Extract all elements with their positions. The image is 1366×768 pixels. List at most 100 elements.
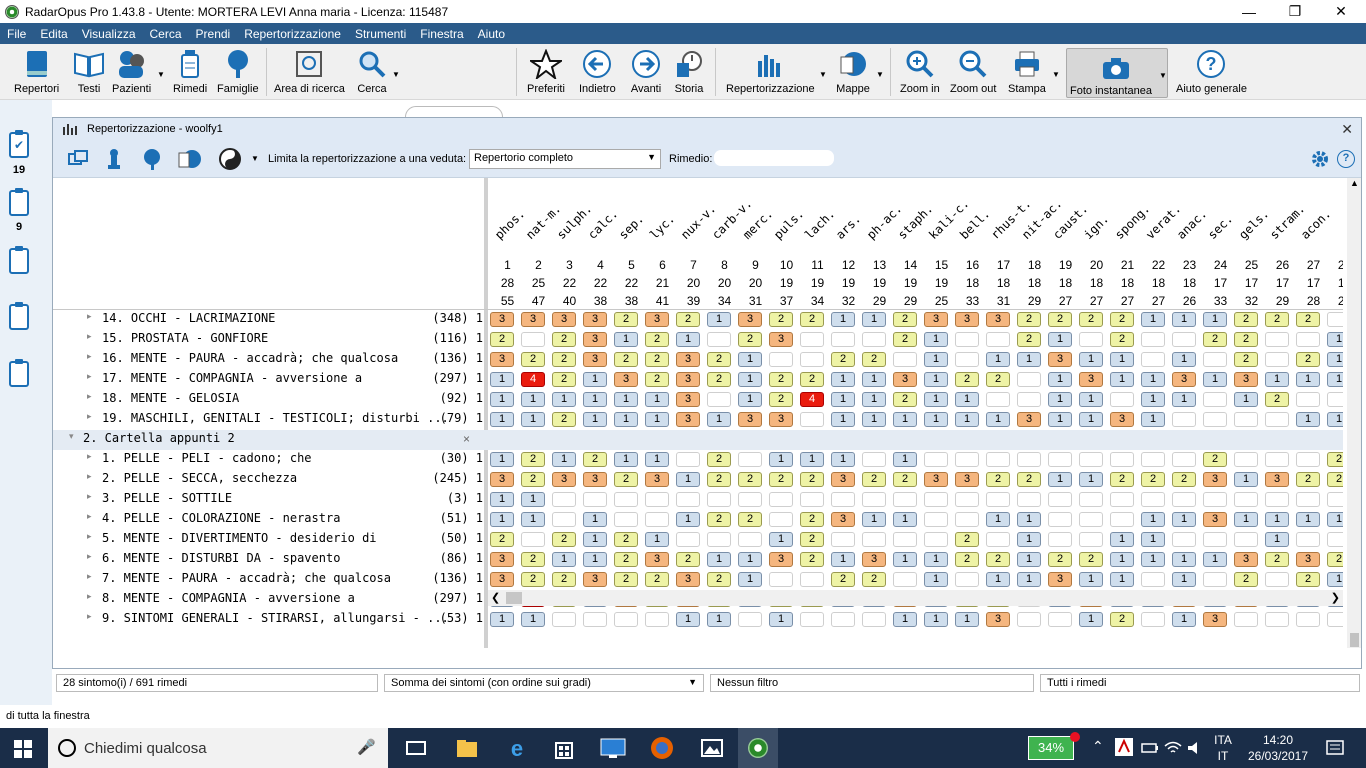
grade-cell[interactable]: 1 [1048, 332, 1072, 347]
grade-cell[interactable]: 1 [738, 572, 762, 587]
grade-cell[interactable]: 1 [1141, 392, 1165, 407]
grade-cell[interactable] [1265, 332, 1289, 347]
grade-cell[interactable]: 2 [1327, 452, 1343, 467]
grade-cell[interactable]: 2 [645, 372, 669, 387]
scroll-left-icon[interactable]: ❮ [491, 591, 500, 604]
grade-cell[interactable]: 3 [831, 512, 855, 527]
grade-cell[interactable] [800, 612, 824, 627]
testi-button[interactable]: Testi [72, 48, 106, 95]
grade-cell[interactable] [831, 532, 855, 547]
grade-cell[interactable]: 1 [986, 572, 1010, 587]
symptom-row[interactable]: ▸ 1. PELLE - PELI - cadono; che (30) 11212… [53, 450, 1343, 470]
grade-cell[interactable]: 1 [552, 552, 576, 567]
grade-cell[interactable]: 2 [1296, 572, 1320, 587]
grade-cell[interactable] [614, 612, 638, 627]
grade-cell[interactable]: 1 [862, 372, 886, 387]
grade-cell[interactable] [1079, 492, 1103, 507]
grade-cell[interactable] [1234, 492, 1258, 507]
grade-cell[interactable] [862, 332, 886, 347]
grade-cell[interactable]: 2 [1079, 312, 1103, 327]
grade-cell[interactable] [1110, 392, 1134, 407]
grade-cell[interactable]: 2 [1296, 352, 1320, 367]
collapse-arrow-icon[interactable]: ▸ [87, 311, 92, 322]
grade-cell[interactable] [1017, 492, 1041, 507]
grade-cell[interactable]: 1 [831, 312, 855, 327]
grade-cell[interactable]: 1 [986, 352, 1010, 367]
grade-cell[interactable] [707, 492, 731, 507]
grade-cell[interactable]: 1 [1327, 352, 1343, 367]
grade-cell[interactable] [1296, 332, 1320, 347]
grade-cell[interactable]: 1 [1296, 372, 1320, 387]
grade-cell[interactable] [1048, 492, 1072, 507]
grade-cell[interactable]: 2 [707, 572, 731, 587]
symptom-row[interactable]: ▸ 14. OCCHI - LACRIMAZIONE (348) 133332321… [53, 310, 1343, 330]
grade-cell[interactable]: 3 [769, 332, 793, 347]
store-icon[interactable] [552, 736, 576, 760]
grade-cell[interactable] [1079, 512, 1103, 527]
collapse-arrow-icon[interactable]: ▸ [87, 371, 92, 382]
grade-cell[interactable]: 1 [986, 412, 1010, 427]
grade-cell[interactable]: 2 [1017, 472, 1041, 487]
grade-cell[interactable]: 2 [552, 372, 576, 387]
grade-cell[interactable]: 1 [924, 412, 948, 427]
grade-cell[interactable]: 2 [1265, 392, 1289, 407]
grade-cell[interactable]: 1 [552, 452, 576, 467]
grade-cell[interactable] [1048, 452, 1072, 467]
grade-cell[interactable]: 1 [552, 392, 576, 407]
family-tree-icon[interactable] [139, 147, 165, 171]
grade-cell[interactable]: 2 [676, 312, 700, 327]
grade-cell[interactable] [1203, 412, 1227, 427]
grade-cell[interactable] [676, 492, 700, 507]
grade-cell[interactable] [924, 512, 948, 527]
grade-cell[interactable]: 1 [1048, 412, 1072, 427]
grade-cell[interactable] [707, 532, 731, 547]
repertorizzazione-button[interactable]: Repertorizzazione [726, 48, 815, 95]
grade-cell[interactable]: 1 [1172, 572, 1196, 587]
grade-cell[interactable]: 2 [769, 472, 793, 487]
wifi-icon[interactable] [1163, 738, 1183, 758]
grade-cell[interactable] [676, 532, 700, 547]
grade-cell[interactable]: 1 [862, 312, 886, 327]
grade-cell[interactable] [1265, 352, 1289, 367]
grade-cell[interactable] [955, 332, 979, 347]
grade-cell[interactable]: 1 [1079, 612, 1103, 627]
menu-file[interactable]: File [0, 27, 33, 41]
grade-cell[interactable]: 1 [831, 552, 855, 567]
repert-dropdown-icon[interactable]: ▼ [819, 70, 827, 79]
grade-cell[interactable]: 3 [769, 552, 793, 567]
grade-cell[interactable] [1296, 452, 1320, 467]
grade-cell[interactable]: 1 [1079, 472, 1103, 487]
grade-cell[interactable]: 1 [490, 412, 514, 427]
grade-cell[interactable]: 3 [1234, 552, 1258, 567]
grade-cell[interactable]: 3 [955, 312, 979, 327]
grade-cell[interactable]: 3 [583, 312, 607, 327]
symptom-row[interactable]: ▸ 5. MENTE - DIVERTIMENTO - desiderio di (… [53, 530, 1343, 550]
grade-cell[interactable] [1234, 452, 1258, 467]
grade-cell[interactable] [1141, 352, 1165, 367]
grade-cell[interactable]: 2 [707, 472, 731, 487]
grade-cell[interactable] [831, 492, 855, 507]
grade-cell[interactable]: 2 [955, 372, 979, 387]
grade-cell[interactable]: 2 [1110, 612, 1134, 627]
grade-cell[interactable] [800, 352, 824, 367]
grade-cell[interactable]: 3 [676, 372, 700, 387]
grade-cell[interactable]: 1 [1048, 392, 1072, 407]
remedy-name[interactable]: gels. [1236, 207, 1271, 242]
grade-cell[interactable] [924, 492, 948, 507]
grade-cell[interactable]: 1 [490, 492, 514, 507]
grade-cell[interactable] [1172, 452, 1196, 467]
grade-cell[interactable] [1141, 452, 1165, 467]
grade-cell[interactable] [1048, 532, 1072, 547]
grade-cell[interactable]: 2 [552, 532, 576, 547]
grade-cell[interactable] [1203, 532, 1227, 547]
grade-cell[interactable]: 3 [1110, 412, 1134, 427]
grade-cell[interactable]: 1 [1079, 352, 1103, 367]
photos-icon[interactable] [700, 736, 724, 760]
grade-cell[interactable] [800, 412, 824, 427]
grade-cell[interactable]: 3 [738, 312, 762, 327]
grade-cell[interactable]: 1 [614, 452, 638, 467]
horizontal-scroll-thumb[interactable] [506, 592, 522, 604]
grade-cell[interactable] [676, 452, 700, 467]
grade-cell[interactable]: 1 [707, 612, 731, 627]
grade-cell[interactable]: 2 [614, 532, 638, 547]
